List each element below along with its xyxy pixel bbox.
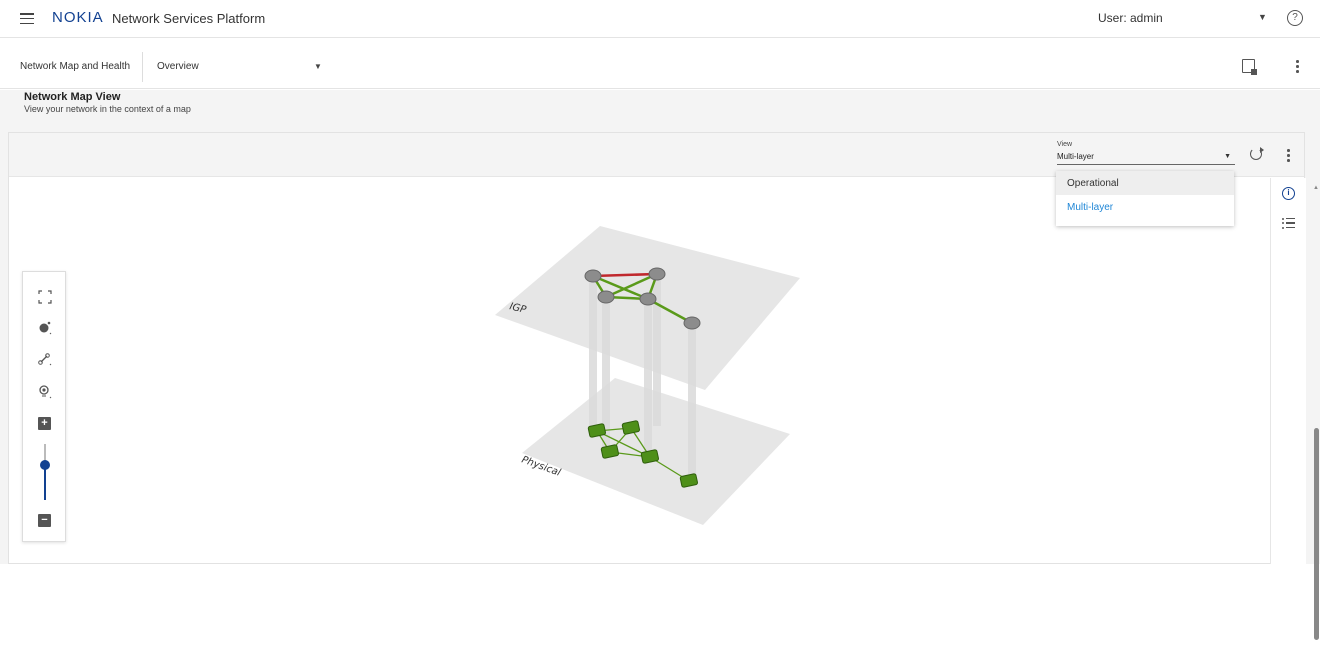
router-node[interactable] [584,269,602,283]
zoom-slider-knob[interactable] [40,460,50,470]
multi-layer-map[interactable]: IGP Physical [0,0,1320,564]
router-node[interactable] [597,290,615,304]
router-node[interactable] [639,292,657,306]
location-tool-icon[interactable] [37,384,53,400]
zoom-in-icon[interactable]: + [38,417,51,430]
node-tool-icon[interactable] [37,320,53,336]
view-dropdown-menu: Operational Multi-layer [1056,171,1234,226]
menu-item-multi-layer[interactable]: Multi-layer [1056,195,1234,219]
menu-item-operational[interactable]: Operational [1056,171,1234,195]
map-tools-panel: + − [22,271,66,542]
link-tool-icon[interactable] [37,351,53,367]
fit-screen-icon[interactable] [37,289,53,305]
router-node[interactable] [648,267,666,281]
router-node[interactable] [683,316,701,330]
zoom-out-icon[interactable]: − [38,514,51,527]
